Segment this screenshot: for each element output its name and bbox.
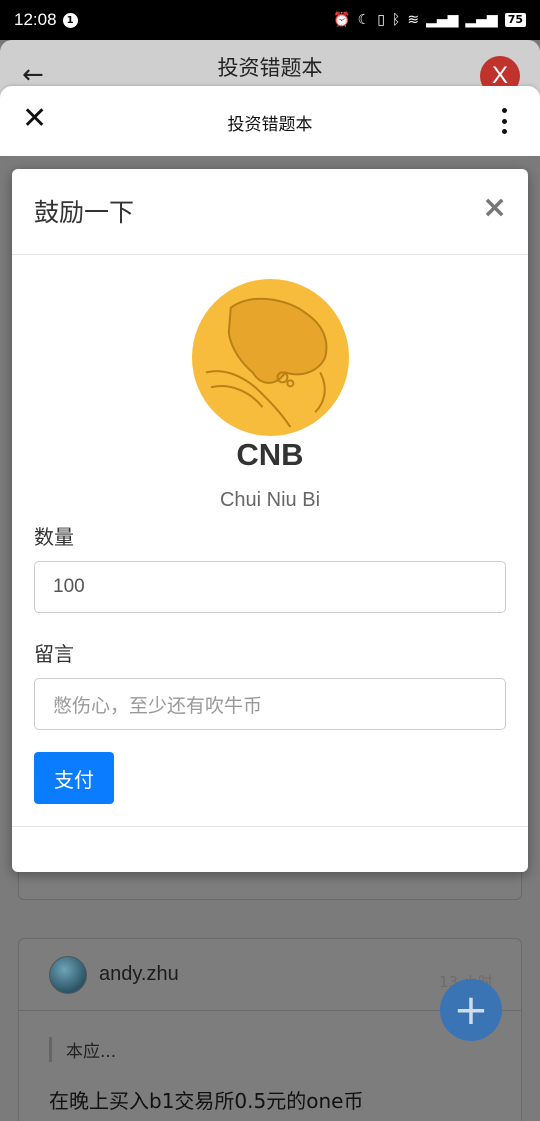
status-icons: ⏰ ☾ ▯ ᛒ ≋ ▂▄▆ ▂▄▆ 75 bbox=[333, 12, 526, 28]
message-label: 留言 bbox=[34, 642, 74, 666]
notification-badge: 1 bbox=[62, 12, 78, 28]
post-body: 在晚上买入b1交易所0.5元的one币 bbox=[49, 1089, 364, 1113]
modal-footer-divider bbox=[12, 826, 528, 827]
coin-logo-icon bbox=[191, 278, 350, 437]
pay-button[interactable]: 支付 bbox=[34, 752, 114, 804]
coin-symbol: CNB bbox=[236, 437, 304, 472]
moon-icon: ☾ bbox=[357, 12, 371, 28]
red-close-badge-wrap: X bbox=[480, 56, 520, 86]
vibrate-icon: ▯ bbox=[377, 12, 385, 28]
post-author[interactable]: andy.zhu bbox=[99, 963, 179, 986]
encourage-modal: 鼓励一下 × CNB Chui Niu Bi 数量 100 留言 憋伤心，至少还… bbox=[12, 169, 528, 872]
modal-title: 鼓励一下 bbox=[34, 198, 135, 227]
alarm-icon: ⏰ bbox=[333, 12, 351, 28]
avatar[interactable] bbox=[49, 955, 87, 994]
post-quote: 本应... bbox=[49, 1037, 116, 1062]
status-time: 12:08 bbox=[14, 10, 57, 29]
modal-close-button[interactable]: × bbox=[482, 193, 507, 223]
status-bar: 12:08 1 ⏰ ☾ ▯ ᛒ ≋ ▂▄▆ ▂▄▆ 75 bbox=[0, 0, 540, 40]
app-title: 投资错题本 bbox=[217, 56, 323, 80]
coin-full-name: Chui Niu Bi bbox=[219, 489, 321, 511]
more-options-icon[interactable] bbox=[498, 108, 510, 134]
add-fab-button[interactable]: + bbox=[440, 979, 502, 1041]
signal-icon: ▂▄▆ bbox=[426, 12, 459, 28]
quantity-label: 数量 bbox=[34, 525, 74, 549]
red-close-badge[interactable]: X bbox=[480, 56, 520, 86]
signal-icon-2: ▂▄▆ bbox=[465, 12, 498, 28]
webview-toolbar: ✕ 投资错题本 bbox=[0, 86, 540, 156]
bluetooth-icon: ᛒ bbox=[391, 12, 401, 28]
modal-header: 鼓励一下 × bbox=[12, 169, 528, 255]
battery-icon: 75 bbox=[504, 13, 526, 27]
wifi-icon: ≋ bbox=[407, 12, 420, 28]
quantity-input[interactable]: 100 bbox=[34, 561, 506, 613]
message-input[interactable]: 憋伤心，至少还有吹牛币 bbox=[34, 678, 506, 730]
webview-title: 投资错题本 bbox=[227, 115, 313, 135]
